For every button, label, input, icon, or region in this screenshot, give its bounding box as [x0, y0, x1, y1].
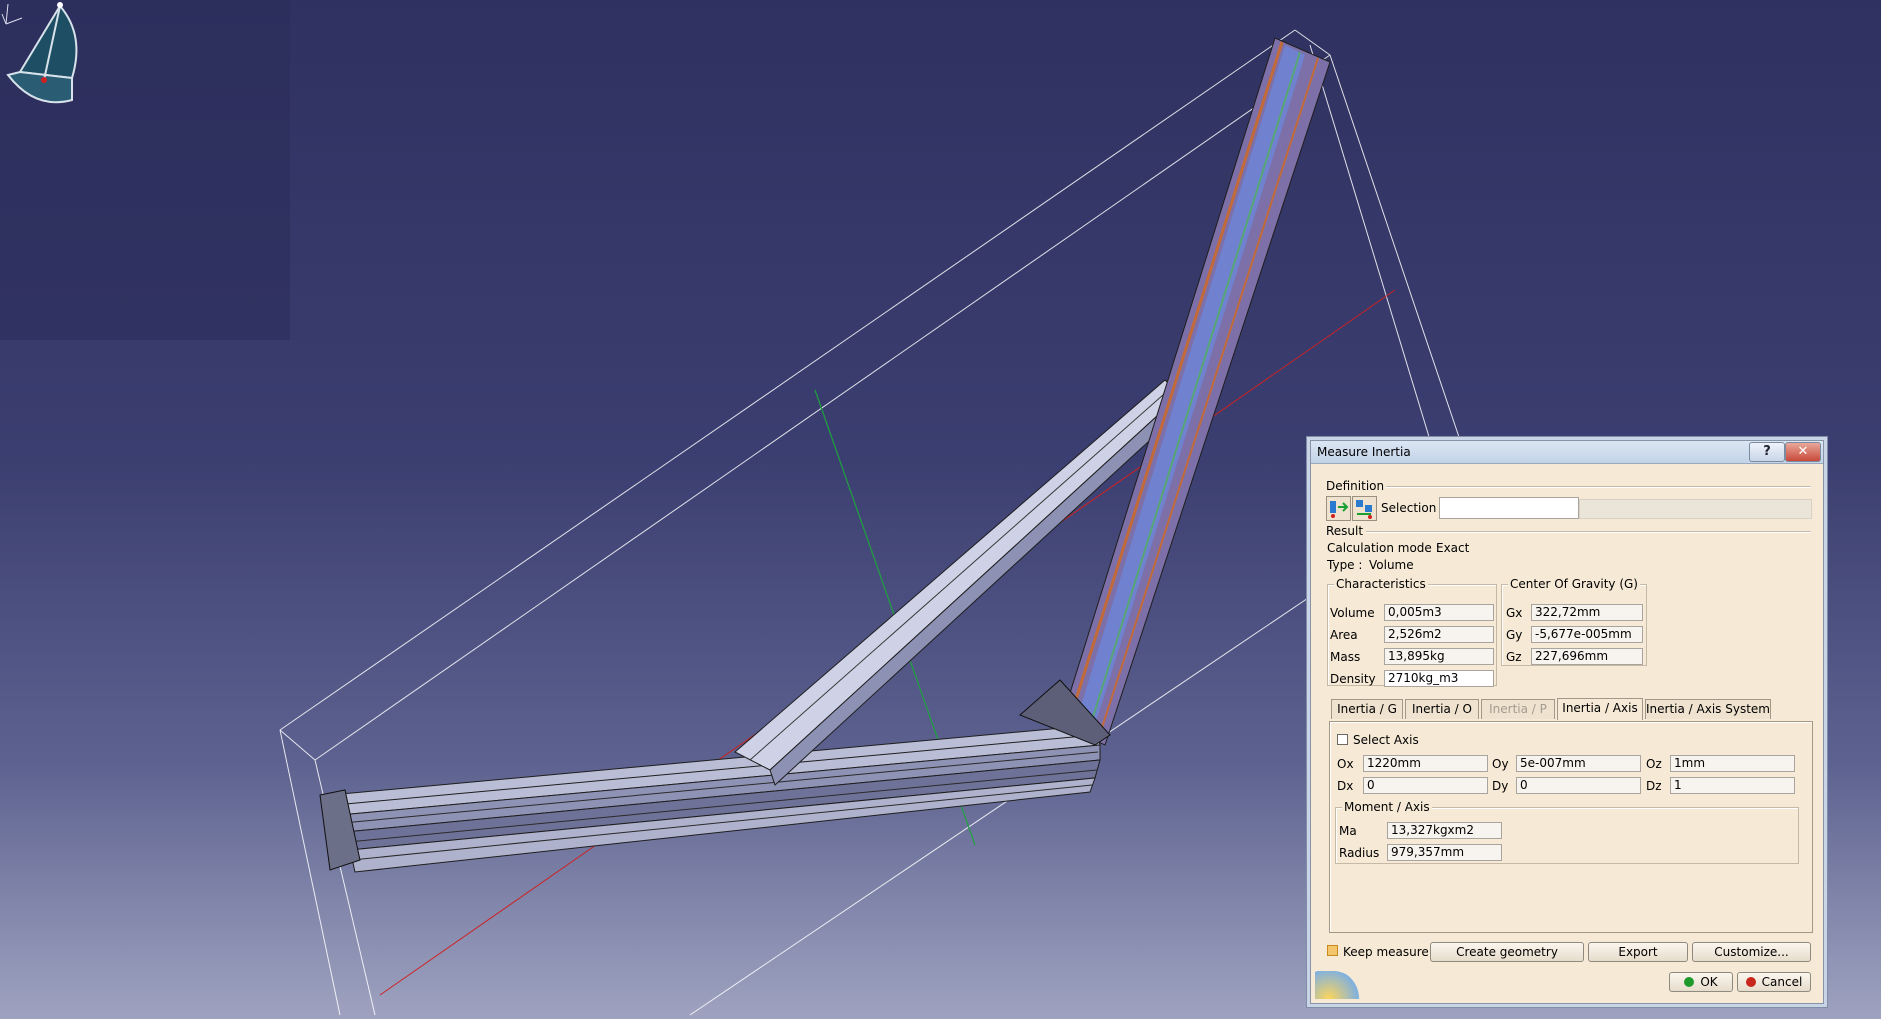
- radius-field[interactable]: 979,357mm: [1387, 844, 1502, 861]
- selection-field-extension[interactable]: [1579, 499, 1812, 519]
- dialog-title: Measure Inertia: [1317, 445, 1411, 459]
- inertia-select-icon: [1330, 501, 1349, 518]
- customize-button[interactable]: Customize...: [1692, 942, 1811, 962]
- cancel-label: Cancel: [1761, 975, 1803, 989]
- cancel-icon: [1745, 977, 1756, 987]
- dz-field[interactable]: 1: [1670, 777, 1795, 794]
- moment-axis-caption: Moment / Axis: [1342, 800, 1432, 814]
- dx-field[interactable]: 0: [1363, 777, 1488, 794]
- calculation-mode-value: Exact: [1436, 541, 1470, 555]
- axis-triad-icon: [1, 3, 23, 25]
- select-axis-checkbox[interactable]: [1337, 734, 1348, 745]
- tab-inertia-o[interactable]: Inertia / O: [1405, 699, 1479, 719]
- oz-label: Oz: [1646, 757, 1662, 771]
- result-separator: [1366, 531, 1811, 533]
- oy-label: Oy: [1492, 757, 1509, 771]
- gz-label: Gz: [1506, 650, 1522, 664]
- volume-field[interactable]: 0,005m3: [1384, 604, 1494, 621]
- definition-label: Definition: [1326, 479, 1385, 493]
- selection-input[interactable]: [1439, 497, 1579, 519]
- keep-measure-checkbox[interactable]: [1327, 945, 1338, 956]
- oz-field[interactable]: 1mm: [1670, 755, 1795, 772]
- result-label: Result: [1326, 524, 1364, 538]
- gy-field[interactable]: -5,677e-005mm: [1531, 626, 1643, 643]
- area-field[interactable]: 2,526m2: [1384, 626, 1494, 643]
- dy-label: Dy: [1492, 779, 1509, 793]
- tab-inertia-p: Inertia / P: [1481, 699, 1555, 719]
- dz-label: Dz: [1646, 779, 1662, 793]
- catia-logo-icon: [1315, 971, 1361, 999]
- oy-field[interactable]: 5e-007mm: [1516, 755, 1641, 772]
- density-label: Density: [1330, 672, 1376, 686]
- ok-icon: [1684, 977, 1695, 987]
- help-button[interactable]: ?: [1749, 442, 1785, 462]
- cancel-button[interactable]: Cancel: [1737, 972, 1811, 992]
- ma-label: Ma: [1339, 824, 1357, 838]
- dx-label: Dx: [1337, 779, 1354, 793]
- mass-label: Mass: [1330, 650, 1361, 664]
- selection-mode-icon-2[interactable]: [1352, 496, 1377, 521]
- dialog-titlebar[interactable]: Measure Inertia ? ✕: [1311, 441, 1823, 464]
- characteristics-caption: Characteristics: [1334, 577, 1428, 591]
- create-geometry-button[interactable]: Create geometry: [1430, 942, 1584, 962]
- select-axis-label: Select Axis: [1353, 733, 1419, 747]
- inertia-items-icon: [1356, 500, 1372, 519]
- mass-field[interactable]: 13,895kg: [1384, 648, 1494, 665]
- tab-inertia-axis[interactable]: Inertia / Axis: [1557, 698, 1643, 720]
- dy-field[interactable]: 0: [1516, 777, 1641, 794]
- type-value: Volume: [1369, 558, 1414, 572]
- gy-label: Gy: [1506, 628, 1523, 642]
- gx-field[interactable]: 322,72mm: [1531, 604, 1643, 621]
- definition-separator: [1386, 486, 1811, 488]
- inclined-beam: [1019, 37, 1331, 746]
- ok-label: OK: [1700, 975, 1718, 989]
- keep-measure-label: Keep measure: [1343, 945, 1429, 959]
- close-button[interactable]: ✕: [1785, 442, 1821, 462]
- area-label: Area: [1330, 628, 1358, 642]
- selection-label: Selection: [1381, 501, 1437, 515]
- tab-inertia-g[interactable]: Inertia / G: [1331, 699, 1403, 719]
- center-of-gravity-caption: Center Of Gravity (G): [1508, 577, 1640, 591]
- type-label: Type :: [1327, 558, 1363, 572]
- gx-label: Gx: [1506, 606, 1523, 620]
- measure-inertia-dialog: Measure Inertia ? ✕ Definition Selection…: [1310, 440, 1824, 1004]
- volume-label: Volume: [1330, 606, 1375, 620]
- gz-field[interactable]: 227,696mm: [1531, 648, 1643, 665]
- calculation-mode-label: Calculation mode :: [1327, 541, 1440, 555]
- ma-field[interactable]: 13,327kgxm2: [1387, 822, 1502, 839]
- selection-mode-icon-1[interactable]: [1326, 496, 1351, 521]
- export-button[interactable]: Export: [1588, 942, 1688, 962]
- ox-field[interactable]: 1220mm: [1363, 755, 1488, 772]
- density-field[interactable]: 2710kg_m3: [1384, 670, 1494, 687]
- ok-button[interactable]: OK: [1669, 972, 1733, 992]
- ox-label: Ox: [1337, 757, 1354, 771]
- bottom-beam: [319, 724, 1101, 873]
- tab-inertia-axis-system[interactable]: Inertia / Axis System: [1645, 699, 1771, 719]
- radius-label: Radius: [1339, 846, 1380, 860]
- inertia-tab-strip: Inertia / G Inertia / O Inertia / P Iner…: [1331, 698, 1801, 721]
